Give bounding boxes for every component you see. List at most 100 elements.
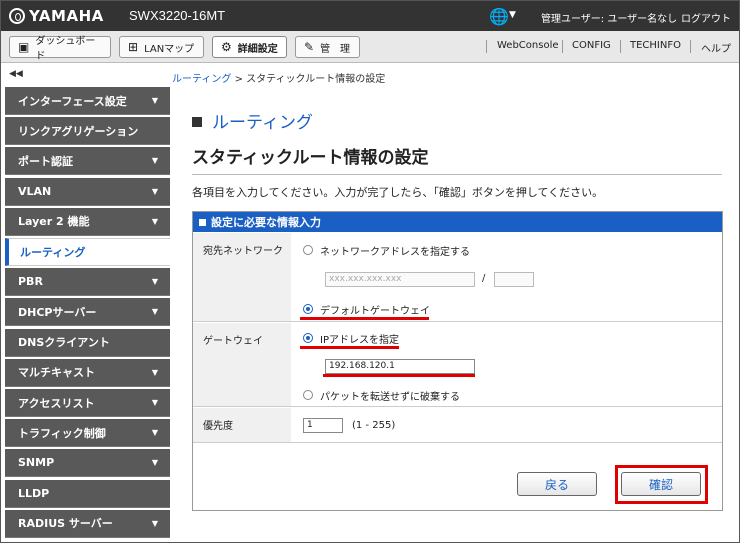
divider	[620, 40, 621, 53]
destination-row: 宛先ネットワーク ネットワークアドレスを指定する xxx.xxx.xxx.xxx…	[193, 233, 722, 322]
divider	[562, 40, 563, 53]
top-bar: YAMAHA SWX3220-16MT 🌐 ▼ 管理ユーザー: ユーザー名なし …	[1, 1, 739, 31]
chevron-down-icon: ▼	[151, 277, 158, 287]
sidebar-item[interactable]: PBR ▼	[5, 268, 170, 297]
help-link[interactable]: ヘルプ	[701, 40, 731, 55]
user-info: 管理ユーザー: ユーザー名なし	[541, 14, 678, 25]
chevron-down-icon: ▼	[151, 518, 158, 528]
section-title: ルーティング	[192, 108, 313, 133]
settings-panel: 設定に必要な情報入力 宛先ネットワーク ネットワークアドレスを指定する xxx.…	[192, 211, 723, 511]
radio-default-gateway[interactable]	[303, 304, 313, 314]
priority-input[interactable]: 1	[303, 418, 343, 433]
collapse-sidebar-icon[interactable]: ◀◀	[9, 69, 23, 79]
dashboard-button[interactable]: ▣ ダッシュボード	[9, 36, 111, 62]
destination-label: 宛先ネットワーク	[193, 233, 291, 321]
webconsole-link[interactable]: WebConsole	[497, 40, 559, 51]
section-title-text: ルーティング	[212, 113, 313, 133]
tab-detail-settings[interactable]: ⚙ 詳細設定	[212, 36, 287, 58]
dashboard-label: ダッシュボード	[35, 36, 96, 62]
sidebar-item-label: ポート認証	[18, 154, 73, 168]
sidebar-item[interactable]: アクセスリスト ▼	[5, 389, 170, 417]
radio-network-address[interactable]	[303, 245, 313, 255]
chevron-down-icon: ▼	[151, 307, 158, 317]
back-button[interactable]: 戻る	[517, 472, 597, 496]
sidebar-item-label: PBR	[18, 275, 43, 289]
confirm-button[interactable]: 確認	[621, 472, 701, 496]
lanmap-button[interactable]: ⊞ LANマップ	[119, 36, 204, 58]
chevron-down-icon[interactable]: ▼	[509, 10, 516, 20]
radio-discard-packet[interactable]	[303, 390, 313, 400]
sidebar-item[interactable]: マルチキャスト ▼	[5, 358, 170, 387]
chevron-down-icon: ▼	[151, 428, 158, 438]
gateway-ip-option-label: IPアドレスを指定	[320, 335, 399, 346]
sidebar-item[interactable]: トラフィック制御 ▼	[5, 419, 170, 448]
page-title: スタティックルート情報の設定	[192, 148, 429, 168]
lanmap-label: LANマップ	[144, 43, 195, 55]
divider	[192, 174, 722, 175]
sidebar-item-label: マルチキャスト	[18, 366, 95, 380]
breadcrumb-routing-link[interactable]: ルーティング	[172, 74, 231, 85]
default-gateway-option-label: デフォルトゲートウェイ	[320, 306, 430, 317]
wrench-icon: ✎	[304, 40, 315, 54]
chevron-down-icon: ▼	[151, 186, 158, 196]
priority-range: (1 - 255)	[352, 420, 396, 431]
sidebar: ◀◀ インターフェース設定 ▼ リンクアグリゲーション ポート認証 ▼ VLAN ▼ Laye…	[1, 63, 171, 542]
chevron-down-icon: ▼	[151, 96, 158, 105]
sidebar-item[interactable]: RADIUS サーバー ▼	[5, 509, 170, 538]
sidebar-item-label: Layer 2 機能	[18, 215, 90, 229]
breadcrumb-current: スタティックルート情報の設定	[246, 74, 386, 85]
radio-gateway-ip[interactable]	[303, 333, 313, 343]
sidebar-item-label: RADIUS サーバー	[18, 517, 113, 531]
sidebar-item[interactable]: インターフェース設定 ▼	[5, 87, 170, 115]
discard-option-label: パケットを転送せずに破棄する	[320, 392, 460, 403]
yamaha-logo-icon	[9, 8, 25, 24]
sidebar-item-label: LLDP	[18, 486, 50, 500]
gear-icon: ⚙	[221, 40, 232, 54]
sidebar-item[interactable]: リンクアグリゲーション	[5, 117, 170, 146]
sidebar-item-label: トラフィック制御	[18, 426, 106, 440]
network-address-input[interactable]: xxx.xxx.xxx.xxx	[325, 272, 475, 287]
admin-label: 管 理	[320, 43, 351, 55]
gateway-ip-input[interactable]: 192.168.120.1	[325, 359, 475, 374]
toolbar: ▣ ダッシュボード ⊞ LANマップ ⚙ 詳細設定 ✎ 管 理 WebConso…	[1, 31, 739, 63]
divider	[690, 40, 691, 53]
panel-marker-icon	[199, 218, 206, 226]
sidebar-item-label: リンクアグリゲーション	[18, 124, 139, 138]
section-marker-icon	[192, 116, 202, 127]
brand-logo: YAMAHA	[9, 7, 104, 25]
priority-label: 優先度	[193, 408, 291, 442]
panel-title: 設定に必要な情報入力	[211, 216, 321, 229]
chevron-down-icon: ▼	[151, 398, 158, 407]
admin-button[interactable]: ✎ 管 理	[295, 36, 360, 58]
prefix-slash: /	[482, 273, 486, 284]
dashboard-icon: ▣	[18, 40, 30, 54]
breadcrumb-separator: >	[231, 74, 247, 85]
sidebar-item-label: DHCPサーバー	[18, 305, 97, 319]
instruction-text: 各項目を入力してください。入力が完了したら、「確認」ボタンを押してください。	[192, 186, 604, 199]
sidebar-item[interactable]: DNSクライアント	[5, 328, 170, 357]
gateway-label: ゲートウェイ	[193, 323, 291, 406]
sidebar-item-label: VLAN	[18, 184, 52, 198]
sidebar-item[interactable]: DHCPサーバー ▼	[5, 298, 170, 327]
network-address-option-label: ネットワークアドレスを指定する	[320, 247, 470, 258]
gateway-row: ゲートウェイ IPアドレスを指定 192.168.120.1 パケットを転送せず…	[193, 323, 722, 407]
device-model: SWX3220-16MT	[129, 8, 226, 23]
highlight-underline	[300, 346, 399, 349]
divider	[486, 40, 487, 53]
sidebar-item[interactable]: VLAN ▼	[5, 177, 170, 206]
globe-icon[interactable]: 🌐	[489, 7, 509, 26]
detail-label: 詳細設定	[237, 43, 278, 55]
techinfo-link[interactable]: TECHINFO	[630, 40, 681, 51]
config-link[interactable]: CONFIG	[572, 40, 611, 51]
app-window: YAMAHA SWX3220-16MT 🌐 ▼ 管理ユーザー: ユーザー名なし …	[0, 0, 740, 543]
sidebar-item[interactable]: ポート認証 ▼	[5, 147, 170, 176]
prefix-length-input[interactable]	[494, 272, 534, 287]
sidebar-item[interactable]: SNMP ▼	[5, 449, 170, 478]
sidebar-item-label: ルーティング	[20, 246, 86, 259]
sidebar-item[interactable]: Layer 2 機能 ▼	[5, 207, 170, 236]
highlight-underline	[323, 374, 475, 377]
sidebar-item[interactable]: LLDP	[5, 479, 170, 508]
sidebar-item[interactable]: ルーティング	[5, 238, 170, 266]
logout-link[interactable]: ログアウト	[681, 10, 731, 25]
highlight-underline	[300, 317, 429, 320]
